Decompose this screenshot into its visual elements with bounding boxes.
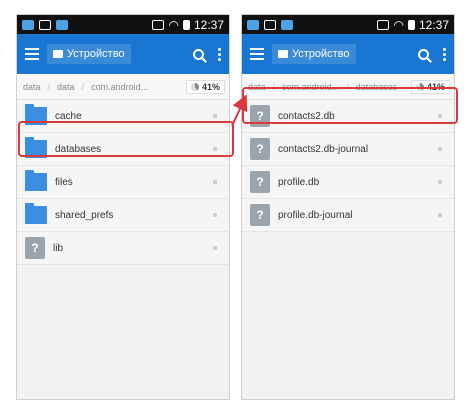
annotation-arrow xyxy=(231,94,248,127)
arrow-line xyxy=(231,94,248,127)
